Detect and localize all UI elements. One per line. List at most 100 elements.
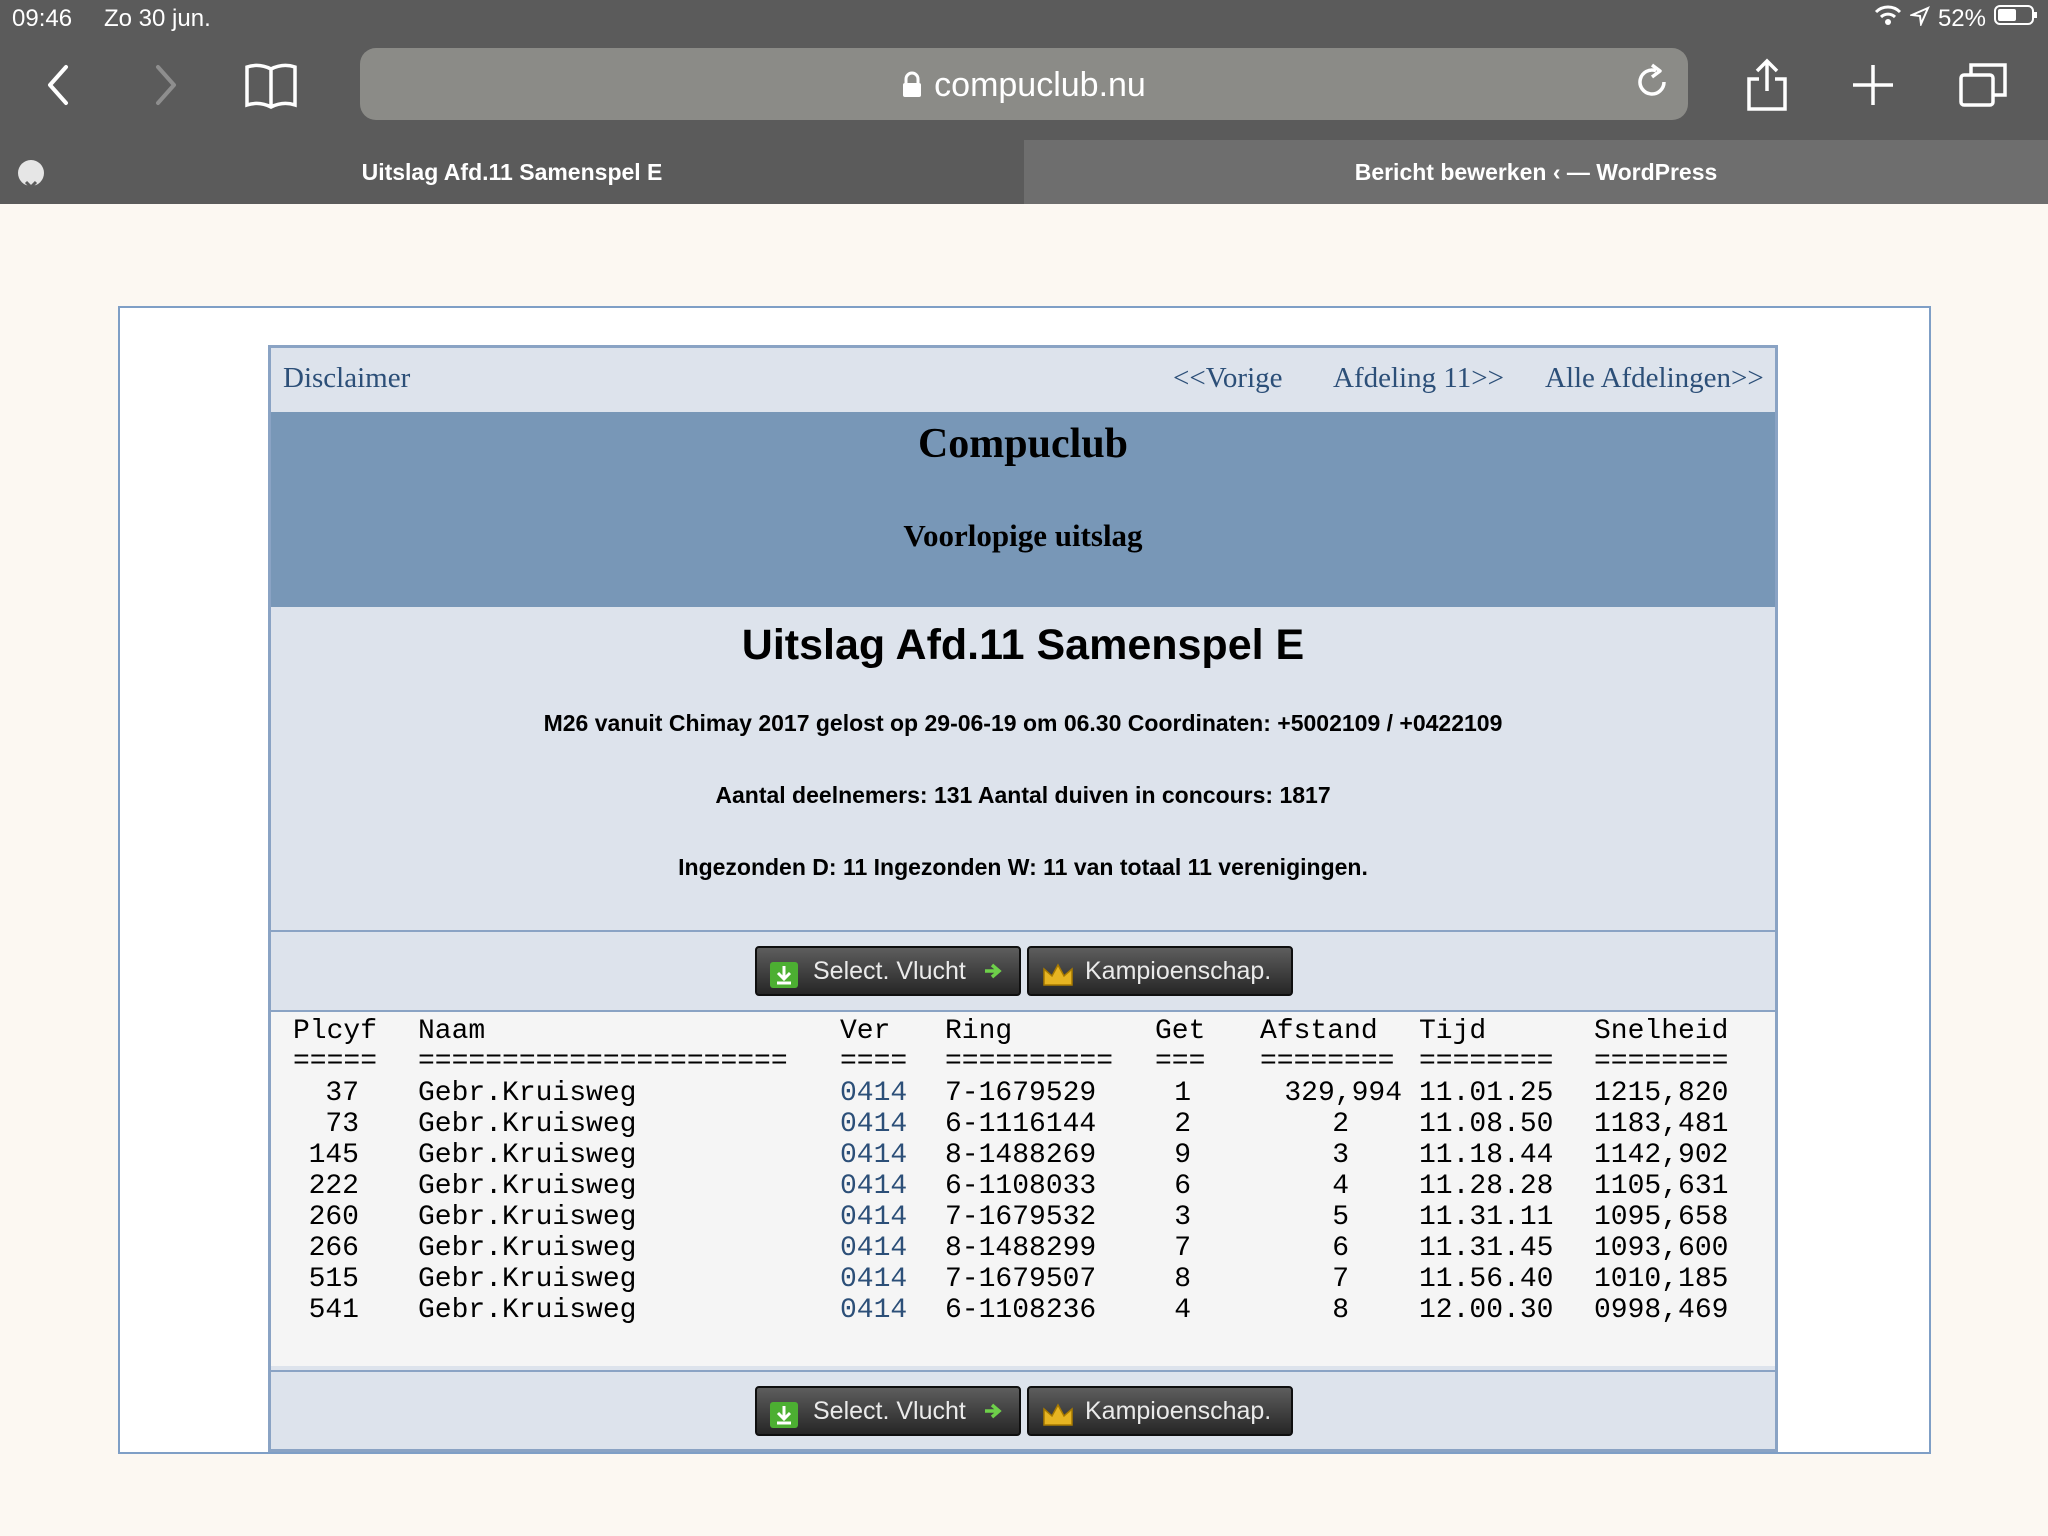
cell-ring: 6-1116144 — [945, 1109, 1097, 1140]
results-panel: Disclaimer <<Vorige Afdeling 11>> Alle A… — [268, 345, 1778, 1452]
cell-afstand: 6 — [1332, 1233, 1349, 1264]
location-arrow-icon — [1908, 5, 1930, 33]
forward-button[interactable] — [130, 52, 200, 118]
cell-naam: Gebr.Kruisweg — [418, 1109, 637, 1140]
underline-afstand: ======== — [1260, 1046, 1395, 1077]
cell-ver-link[interactable]: 0414 — [840, 1295, 907, 1326]
new-tab-icon[interactable] — [1838, 52, 1908, 118]
header-tijd: Tijd — [1419, 1016, 1487, 1047]
cell-afstand: 4 — [1332, 1171, 1349, 1202]
cell-plcyf: 266 — [308, 1233, 359, 1264]
underline-tijd: ======== — [1419, 1046, 1554, 1077]
tab-close-icon[interactable] — [18, 160, 44, 194]
address-bar[interactable]: compuclub.nu — [360, 48, 1688, 120]
cell-ring: 7-1679532 — [945, 1202, 1097, 1233]
status-time: 09:46 — [12, 5, 73, 32]
cell-plcyf: 260 — [308, 1202, 359, 1233]
cell-ver-link[interactable]: 0414 — [840, 1202, 907, 1233]
cell-snelheid: 1093,600 — [1594, 1233, 1729, 1264]
tab-inactive-label: Bericht bewerken ‹ — WordPress — [1354, 159, 1718, 185]
table-row: 145 Gebr.Kruisweg 0414 8-1488269 9 3 11.… — [271, 1140, 1775, 1171]
battery-icon — [1994, 4, 2038, 33]
battery-percentage: 52% — [1937, 4, 1986, 32]
share-icon[interactable] — [1732, 52, 1802, 118]
cell-tijd: 12.00.30 — [1419, 1295, 1554, 1326]
table-row: 73 Gebr.Kruisweg 0414 6-1116144 2 2 11.0… — [271, 1109, 1775, 1140]
championship-button[interactable]: Kampioenschap. — [1027, 1386, 1293, 1436]
header-naam: Naam — [418, 1016, 486, 1047]
championship-label: Kampioenschap. — [1085, 957, 1272, 985]
tabs-overview-icon[interactable] — [1948, 52, 2018, 118]
underline-ring: ========== — [945, 1046, 1114, 1077]
arrow-right-icon — [983, 957, 1003, 985]
underline-get: === — [1155, 1046, 1206, 1077]
button-row-top: Select. Vlucht Kampioenschap. — [271, 932, 1775, 1012]
cell-snelheid: 1215,820 — [1594, 1078, 1729, 1109]
cell-naam: Gebr.Kruisweg — [418, 1202, 637, 1233]
all-divisions-link[interactable]: Alle Afdelingen>> — [1545, 362, 1764, 395]
underline-naam: ====================== — [418, 1046, 788, 1077]
race-info: Uitslag Afd.11 Samenspel E M26 vanuit Ch… — [271, 607, 1775, 930]
select-flight-button[interactable]: Select. Vlucht — [755, 1386, 1021, 1436]
bookmarks-icon[interactable] — [236, 52, 306, 118]
header-ring: Ring — [945, 1016, 1013, 1047]
cell-ring: 8-1488269 — [945, 1140, 1097, 1171]
cell-ver-link[interactable]: 0414 — [840, 1233, 907, 1264]
cell-ring: 7-1679507 — [945, 1264, 1097, 1295]
table-row: 260 Gebr.Kruisweg 0414 7-1679532 3 5 11.… — [271, 1202, 1775, 1233]
back-button[interactable] — [24, 52, 94, 118]
reload-icon[interactable] — [1632, 62, 1672, 107]
status-bar: 09:46 Zo 30 jun. 52% — [0, 0, 2048, 40]
cell-snelheid: 1095,658 — [1594, 1202, 1729, 1233]
wifi-icon — [1874, 4, 1902, 33]
afdeling-link[interactable]: Afdeling 11>> — [1333, 362, 1504, 395]
table-row: 541 Gebr.Kruisweg 0414 6-1108236 4 8 12.… — [271, 1295, 1775, 1326]
cell-naam: Gebr.Kruisweg — [418, 1171, 637, 1202]
cell-snelheid: 1183,481 — [1594, 1109, 1729, 1140]
cell-ver-link[interactable]: 0414 — [840, 1264, 907, 1295]
cell-get: 8 — [1174, 1264, 1191, 1295]
tab-active-label: Uitslag Afd.11 Samenspel E — [361, 159, 663, 185]
cell-naam: Gebr.Kruisweg — [418, 1233, 637, 1264]
cell-get: 3 — [1174, 1202, 1191, 1233]
cell-plcyf: 73 — [325, 1109, 359, 1140]
cell-ring: 6-1108236 — [945, 1295, 1097, 1326]
cell-snelheid: 0998,469 — [1594, 1295, 1729, 1326]
cell-naam: Gebr.Kruisweg — [418, 1078, 637, 1109]
submitted-info: Ingezonden D: 11 Ingezonden W: 11 van to… — [678, 854, 1368, 880]
status-date: Zo 30 jun. — [104, 5, 211, 32]
table-underline: ===== ====================== ==== ======… — [271, 1046, 1775, 1077]
cell-snelheid: 1142,902 — [1594, 1140, 1729, 1171]
cell-plcyf: 515 — [308, 1264, 359, 1295]
cell-ver-link[interactable]: 0414 — [840, 1140, 907, 1171]
cell-ver-link[interactable]: 0414 — [840, 1109, 907, 1140]
underline-plcyf: ===== — [293, 1046, 378, 1077]
tab-inactive[interactable]: Bericht bewerken ‹ — WordPress — [1024, 140, 2048, 204]
arrow-right-icon — [983, 1397, 1003, 1425]
cell-ver-link[interactable]: 0414 — [840, 1078, 907, 1109]
table-row: 37 Gebr.Kruisweg 0414 7-1679529 1 329,99… — [271, 1078, 1775, 1109]
header-get: Get — [1155, 1016, 1206, 1047]
download-icon — [769, 1398, 799, 1444]
table-row: 515 Gebr.Kruisweg 0414 7-1679507 8 7 11.… — [271, 1264, 1775, 1295]
crown-icon — [1041, 958, 1075, 1004]
cell-naam: Gebr.Kruisweg — [418, 1264, 637, 1295]
cell-tijd: 11.08.50 — [1419, 1109, 1554, 1140]
page-title: Uitslag Afd.11 Samenspel E — [741, 621, 1305, 669]
disclaimer-link[interactable]: Disclaimer — [283, 362, 410, 395]
header-ver: Ver — [840, 1016, 891, 1047]
select-flight-button[interactable]: Select. Vlucht — [755, 946, 1021, 996]
participants-info: Aantal deelnemers: 131 Aantal duiven in … — [715, 782, 1331, 808]
cell-ver-link[interactable]: 0414 — [840, 1171, 907, 1202]
championship-button[interactable]: Kampioenschap. — [1027, 946, 1293, 996]
status-indicators: 52% — [1874, 4, 2038, 33]
cell-afstand: 7 — [1332, 1264, 1349, 1295]
cell-afstand: 2 — [1332, 1109, 1349, 1140]
download-icon — [769, 958, 799, 1004]
select-flight-label: Select. Vlucht — [813, 1397, 966, 1425]
cell-tijd: 11.28.28 — [1419, 1171, 1554, 1202]
tab-active[interactable]: Uitslag Afd.11 Samenspel E — [0, 140, 1024, 204]
table-row: 266 Gebr.Kruisweg 0414 8-1488299 7 6 11.… — [271, 1233, 1775, 1264]
url-value: compuclub.nu — [934, 66, 1146, 104]
previous-link[interactable]: <<Vorige — [1173, 362, 1283, 395]
